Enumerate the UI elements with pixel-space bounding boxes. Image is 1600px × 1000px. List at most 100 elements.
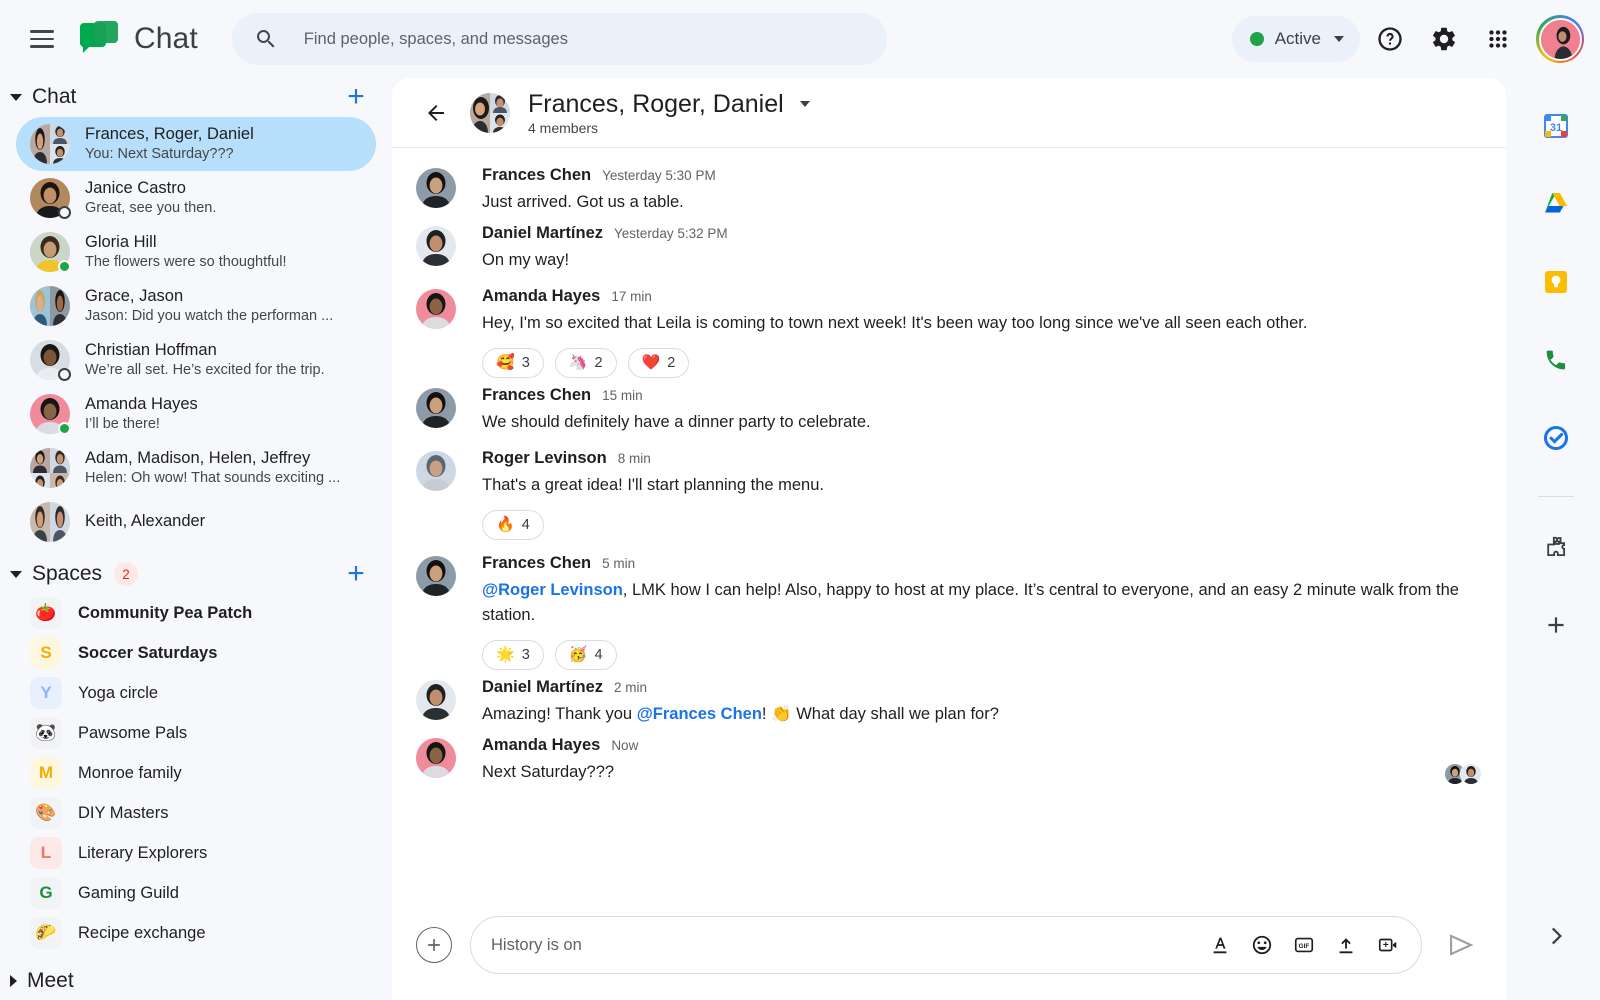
message-author: Amanda Hayes — [482, 735, 601, 754]
message-input[interactable] — [491, 935, 1207, 955]
mention-link[interactable]: @Roger Levinson — [482, 581, 623, 599]
space-list-item[interactable]: 🍅 Community Pea Patch — [16, 593, 376, 633]
member-count: 4 members — [528, 119, 599, 136]
space-label: Literary Explorers — [78, 843, 208, 862]
search-input[interactable] — [303, 29, 865, 49]
chevron-down-icon[interactable] — [799, 101, 810, 107]
reaction-pill[interactable]: 🥰 3 — [482, 347, 544, 378]
status-chip[interactable]: Active — [1231, 16, 1360, 62]
space-list-item[interactable]: S Soccer Saturdays — [16, 633, 376, 673]
calendar-icon[interactable]: 31 — [1532, 102, 1580, 150]
emoji-icon[interactable] — [1249, 932, 1275, 958]
space-list-item[interactable]: G Gaming Guild — [16, 873, 376, 913]
message-author: Amanda Hayes — [482, 287, 601, 306]
back-arrow-icon[interactable] — [416, 93, 456, 133]
avatar — [30, 393, 71, 435]
text-format-icon[interactable] — [1207, 932, 1233, 958]
dm-list-item[interactable]: Adam, Madison, Helen, Jeffrey Helen: Oh … — [16, 441, 376, 495]
help-circle-icon[interactable] — [1366, 15, 1414, 63]
message-avatar — [416, 679, 456, 720]
reaction-pill[interactable]: 🥳 4 — [554, 639, 617, 670]
tasks-icon[interactable] — [1532, 414, 1580, 462]
avatar — [30, 231, 71, 273]
gear-icon[interactable] — [1420, 15, 1468, 63]
message-avatar — [416, 555, 456, 596]
dm-list-item[interactable]: Frances, Roger, Daniel You: Next Saturda… — [16, 116, 376, 171]
dm-preview: You: Next Saturday??? — [85, 146, 234, 163]
keep-icon[interactable] — [1532, 258, 1580, 306]
dm-preview: I’ll be there! — [85, 416, 160, 433]
dm-preview: Jason: Did you watch the performan ... — [85, 308, 334, 325]
dm-name: Frances, Roger, Daniel — [85, 125, 254, 144]
space-list-item[interactable]: L Literary Explorers — [16, 833, 376, 873]
group-avatar — [30, 123, 70, 164]
plus-circle-icon[interactable] — [416, 927, 452, 963]
dm-list-item[interactable]: Janice Castro Great, see you then. — [16, 171, 376, 225]
chevron-right-icon[interactable] — [10, 974, 17, 987]
send-icon[interactable] — [1440, 924, 1482, 966]
message-input-box[interactable]: GIF — [470, 916, 1422, 974]
reaction-emoji: 🌟 — [496, 646, 515, 664]
message-text: Hey, I'm so excited that Leila is coming… — [482, 314, 1308, 333]
message: Frances Chen 15 min We should definitely… — [416, 378, 1482, 436]
space-label: Gaming Guild — [78, 883, 179, 902]
presence-away-dot — [58, 367, 71, 381]
message: Frances Chen Yesterday 5:30 PM Just arri… — [416, 158, 1482, 216]
message-text: Just arrived. Got us a table. — [482, 193, 684, 211]
chevron-right-icon[interactable] — [1543, 923, 1569, 954]
reaction-pill[interactable]: 🦄 2 — [554, 347, 617, 378]
message-avatar — [416, 168, 456, 208]
puzzle-addon-icon[interactable] — [1532, 523, 1580, 571]
space-list-item[interactable]: 🌮 Recipe exchange — [16, 913, 376, 953]
hamburger-menu-icon[interactable] — [18, 15, 66, 63]
space-icon: S — [30, 637, 62, 670]
dm-list-item[interactable]: Amanda Hayes I’ll be there! — [16, 387, 376, 441]
reaction-pill[interactable]: ❤️ 2 — [627, 347, 690, 378]
message-author: Frances Chen — [482, 385, 592, 404]
dm-list-item[interactable]: Keith, Alexander — [16, 495, 376, 549]
space-list-item[interactable]: 🎨 DIY Masters — [16, 793, 376, 833]
reaction-pill[interactable]: 🔥 4 — [482, 509, 544, 540]
upload-icon[interactable] — [1333, 932, 1359, 958]
account-avatar[interactable] — [1536, 15, 1584, 63]
voice-icon[interactable] — [1532, 336, 1580, 384]
dm-name: Keith, Alexander — [85, 512, 206, 531]
dm-list-item[interactable]: Christian Hoffman We’re all set. He’s ex… — [16, 333, 376, 387]
top-bar: Chat Active — [0, 0, 1600, 78]
avatar — [30, 177, 71, 219]
message-timestamp: 5 min — [602, 555, 636, 571]
avatar — [30, 123, 70, 164]
reaction-emoji: 🦄 — [568, 354, 588, 372]
space-icon: G — [30, 877, 62, 910]
new-chat-button[interactable]: + — [340, 81, 372, 113]
mention-link[interactable]: @Frances Chen — [637, 705, 762, 723]
chat-section-title: Chat — [32, 85, 77, 109]
group-avatar — [470, 92, 510, 133]
reaction-pill[interactable]: 🌟 3 — [482, 639, 544, 670]
space-icon: 🐼 — [30, 717, 62, 750]
gif-icon[interactable]: GIF — [1291, 932, 1317, 958]
space-icon: L — [30, 837, 62, 870]
plus-icon[interactable] — [1532, 601, 1580, 649]
space-list-item[interactable]: Y Yoga circle — [16, 673, 376, 713]
message-timestamp: 8 min — [617, 451, 651, 467]
presence-away-dot — [58, 205, 71, 219]
space-icon: 🎨 — [30, 797, 62, 830]
dm-name: Gloria Hill — [85, 233, 157, 252]
drive-icon[interactable] — [1532, 180, 1580, 228]
space-list-item[interactable]: M Monroe family — [16, 753, 376, 793]
new-space-button[interactable]: + — [340, 558, 372, 590]
dm-list-item[interactable]: Grace, Jason Jason: Did you watch the pe… — [16, 279, 376, 333]
chevron-down-icon[interactable] — [10, 570, 22, 578]
apps-grid-icon[interactable] — [1474, 15, 1522, 63]
space-label: Soccer Saturdays — [78, 643, 218, 662]
add-video-icon[interactable] — [1375, 932, 1401, 958]
search-box[interactable] — [231, 13, 887, 65]
search-icon — [254, 27, 278, 51]
space-list-item[interactable]: 🐼 Pawsome Pals — [16, 713, 376, 753]
dm-list-item[interactable]: Gloria Hill The flowers were so thoughtf… — [16, 225, 376, 279]
group-avatar — [30, 285, 70, 326]
message-author: Daniel Martínez — [482, 677, 604, 696]
chevron-down-icon[interactable] — [10, 93, 22, 101]
search-container — [231, 13, 887, 65]
